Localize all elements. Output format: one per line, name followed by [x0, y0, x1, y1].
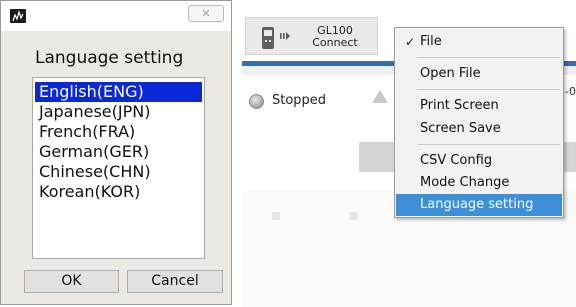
- menu-separator: [417, 89, 560, 90]
- menu-item-csv-config[interactable]: CSV Config: [396, 150, 562, 172]
- close-icon: ✕: [201, 7, 211, 20]
- checkmark-icon: ✓: [405, 35, 416, 49]
- cancel-button[interactable]: Cancel: [127, 270, 223, 293]
- language-option-french[interactable]: French(FRA): [35, 122, 202, 142]
- device-icon: [262, 27, 274, 49]
- menu-item-file[interactable]: ✓ File: [396, 31, 562, 53]
- dialog-heading: Language setting: [35, 48, 184, 68]
- panel-marker: [350, 212, 358, 220]
- app-logo-icon: [10, 9, 26, 23]
- language-option-english[interactable]: English(ENG): [35, 82, 202, 102]
- status-indicator-icon: [249, 94, 264, 109]
- warning-triangle-icon: [372, 90, 388, 103]
- language-option-japanese[interactable]: Japanese(JPN): [35, 102, 202, 122]
- menu-separator: [417, 144, 560, 145]
- menu-item-open-file[interactable]: Open File: [396, 63, 562, 85]
- menu-item-screen-save[interactable]: Screen Save: [396, 118, 562, 140]
- close-button[interactable]: ✕: [188, 5, 224, 22]
- menu-item-label: File: [420, 34, 442, 49]
- menu-item-mode-change[interactable]: Mode Change: [396, 172, 562, 194]
- menu-separator: [417, 57, 560, 58]
- language-setting-dialog: ✕ Language setting English(ENG) Japanese…: [0, 0, 232, 305]
- menu-item-print-screen[interactable]: Print Screen: [396, 95, 562, 117]
- file-menu: ✓ File Open File Print Screen Screen Sav…: [394, 27, 564, 218]
- language-option-chinese[interactable]: Chinese(CHN): [35, 162, 202, 182]
- connect-action-label: Connect: [312, 36, 358, 49]
- signal-icon: [280, 32, 290, 40]
- ok-button[interactable]: OK: [24, 270, 119, 293]
- language-option-german[interactable]: German(GER): [35, 142, 202, 162]
- connect-label: GL100 Connect: [300, 25, 370, 49]
- language-option-korean[interactable]: Korean(KOR): [35, 182, 202, 202]
- status-text: Stopped: [272, 93, 327, 108]
- menu-item-language-setting[interactable]: Language setting: [396, 194, 562, 216]
- dialog-titlebar: ✕: [1, 1, 231, 31]
- panel-marker: [272, 212, 280, 220]
- language-listbox[interactable]: English(ENG) Japanese(JPN) French(FRA) G…: [32, 77, 205, 259]
- gl100-connect-button[interactable]: GL100 Connect: [245, 17, 378, 55]
